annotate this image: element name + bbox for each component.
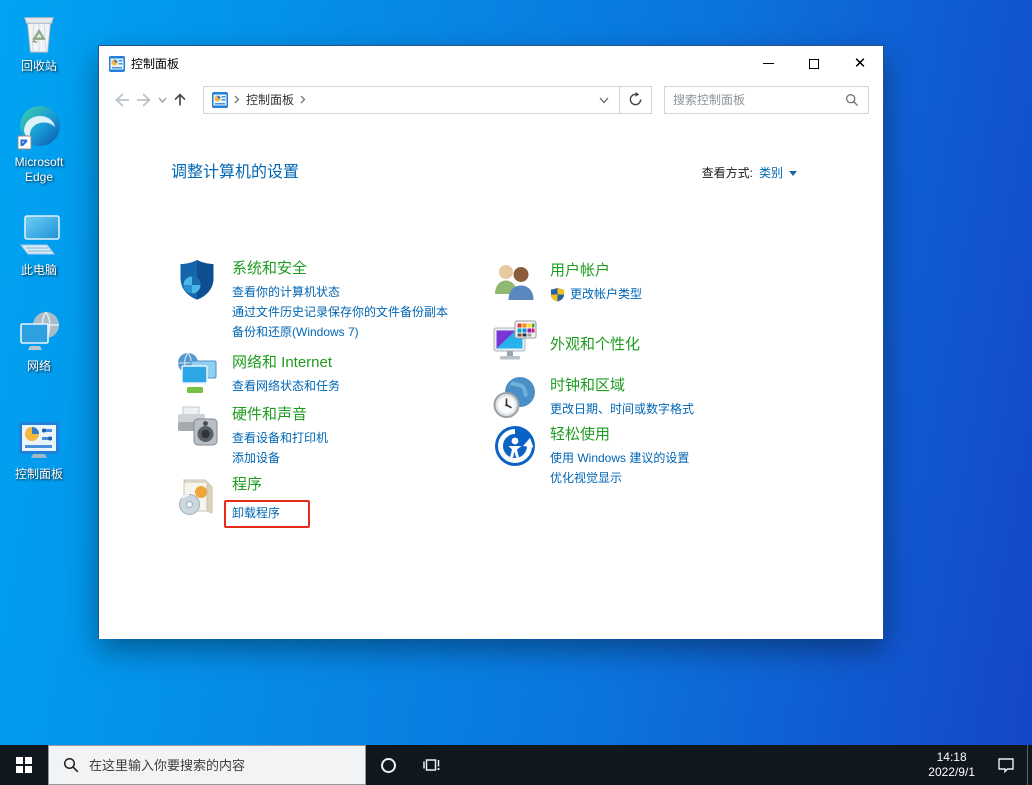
- chevron-right-icon: [234, 95, 240, 104]
- view-by: 查看方式: 类别: [702, 164, 797, 181]
- category-network-internet: 网络和 Internet 查看网络状态和任务: [175, 352, 340, 396]
- up-button[interactable]: [169, 87, 191, 113]
- category-title[interactable]: 用户帐户: [550, 260, 642, 281]
- action-center-button[interactable]: [985, 745, 1027, 785]
- desktop-icon-this-pc[interactable]: 此电脑: [1, 212, 77, 278]
- task-link[interactable]: 优化视觉显示: [550, 468, 689, 488]
- view-by-label: 查看方式:: [702, 164, 753, 181]
- taskbar-search-input[interactable]: [89, 758, 365, 773]
- network-places-icon: [15, 308, 63, 356]
- category-clock-region: 时钟和区域 更改日期、时间或数字格式: [493, 375, 694, 419]
- cortana-icon: [381, 758, 396, 773]
- category-appearance-personalization: 外观和个性化: [493, 318, 640, 364]
- category-system-security: 系统和安全 查看你的计算机状态 通过文件历史记录保存你的文件备份副本 备份和还原…: [175, 258, 448, 342]
- address-dropdown-chevron-icon[interactable]: [589, 91, 619, 109]
- minimize-button[interactable]: [745, 46, 791, 81]
- page-title: 调整计算机的设置: [171, 158, 299, 182]
- recycle-bin-icon: [15, 8, 63, 56]
- address-bar[interactable]: 控制面板: [203, 86, 652, 114]
- control-panel-window: 控制面板 ✕: [98, 45, 884, 638]
- close-button[interactable]: ✕: [837, 46, 883, 81]
- system-security-icon[interactable]: [175, 258, 219, 302]
- task-view-button[interactable]: [410, 745, 454, 785]
- task-link[interactable]: 查看你的计算机状态: [232, 282, 448, 302]
- clock-time: 14:18: [937, 750, 967, 765]
- breadcrumb[interactable]: 控制面板: [204, 91, 589, 108]
- category-title[interactable]: 外观和个性化: [550, 334, 640, 355]
- forward-button[interactable]: [133, 87, 155, 113]
- chevron-down-icon[interactable]: [789, 171, 797, 176]
- windows-logo-icon: [16, 757, 32, 773]
- desktop-icon-label: 网络: [27, 359, 51, 374]
- taskbar-clock[interactable]: 14:18 2022/9/1: [918, 745, 985, 785]
- this-pc-icon: [15, 212, 63, 260]
- window-title-icon: [109, 56, 125, 72]
- category-title[interactable]: 时钟和区域: [550, 375, 694, 396]
- uac-shield-icon: [550, 287, 565, 302]
- taskbar: 14:18 2022/9/1: [0, 745, 1032, 785]
- desktop-icon-edge[interactable]: Microsoft Edge: [1, 104, 77, 185]
- window-titlebar: 控制面板 ✕: [99, 46, 883, 81]
- refresh-button[interactable]: [619, 87, 651, 113]
- action-center-icon: [996, 755, 1016, 775]
- desktop-icon-label: 回收站: [21, 59, 57, 74]
- desktop-icon-control-panel[interactable]: 控制面板: [1, 416, 77, 482]
- task-link[interactable]: 备份和还原(Windows 7): [232, 322, 448, 342]
- user-accounts-icon[interactable]: [493, 260, 537, 304]
- control-panel-home: 调整计算机的设置 查看方式: 类别 系统和安: [99, 118, 883, 639]
- appearance-icon[interactable]: [493, 320, 537, 364]
- task-link[interactable]: 使用 Windows 建议的设置: [550, 448, 689, 468]
- hardware-sound-icon[interactable]: [175, 404, 219, 448]
- category-title[interactable]: 网络和 Internet: [232, 352, 340, 373]
- category-title[interactable]: 程序: [232, 474, 310, 495]
- search-icon[interactable]: [836, 93, 868, 107]
- desktop-icon-label: 控制面板: [15, 467, 63, 482]
- task-link[interactable]: 查看设备和打印机: [232, 428, 328, 448]
- desktop-icon-label: 此电脑: [21, 263, 57, 278]
- window-title: 控制面板: [131, 55, 179, 72]
- task-link[interactable]: 通过文件历史记录保存你的文件备份副本: [232, 302, 448, 322]
- breadcrumb-control-panel-icon: [212, 92, 228, 108]
- task-view-icon: [422, 755, 442, 775]
- category-title[interactable]: 轻松使用: [550, 424, 689, 445]
- navigation-bar: 控制面板: [99, 81, 883, 118]
- start-button[interactable]: [0, 745, 48, 785]
- desktop: 回收站 Microsoft Edge: [0, 0, 1032, 745]
- task-link[interactable]: 更改日期、时间或数字格式: [550, 399, 694, 419]
- back-button[interactable]: [111, 87, 133, 113]
- category-programs: 程序 卸载程序: [175, 474, 310, 528]
- category-hardware-sound: 硬件和声音 查看设备和打印机 添加设备: [175, 404, 328, 468]
- network-internet-icon[interactable]: [175, 352, 219, 396]
- programs-icon[interactable]: [175, 474, 219, 518]
- chevron-right-icon[interactable]: [300, 95, 306, 104]
- change-account-type-link[interactable]: 更改帐户类型: [550, 284, 642, 304]
- category-title[interactable]: 系统和安全: [232, 258, 448, 279]
- category-user-accounts: 用户帐户 更改帐户类型: [493, 260, 642, 304]
- control-panel-search[interactable]: [664, 86, 869, 114]
- search-input[interactable]: [665, 93, 836, 107]
- uninstall-program-link[interactable]: 卸载程序: [232, 506, 280, 521]
- control-panel-icon: [15, 416, 63, 464]
- recent-pages-chevron-icon[interactable]: [155, 87, 169, 113]
- task-link[interactable]: 查看网络状态和任务: [232, 376, 340, 396]
- breadcrumb-item-control-panel[interactable]: 控制面板: [246, 91, 294, 108]
- search-icon: [49, 757, 89, 773]
- desktop-icon-network[interactable]: 网络: [1, 308, 77, 374]
- desktop-icon-label: Microsoft Edge: [2, 155, 76, 185]
- category-ease-of-access: 轻松使用 使用 Windows 建议的设置 优化视觉显示: [493, 424, 689, 488]
- clock-region-icon[interactable]: [493, 375, 537, 419]
- taskbar-search[interactable]: [48, 745, 366, 785]
- category-title[interactable]: 硬件和声音: [232, 404, 328, 425]
- maximize-button[interactable]: [791, 46, 837, 81]
- ease-of-access-icon[interactable]: [493, 424, 537, 468]
- cortana-button[interactable]: [366, 745, 410, 785]
- view-by-value[interactable]: 类别: [759, 164, 783, 181]
- show-desktop-button[interactable]: [1027, 745, 1032, 785]
- desktop-icon-recycle-bin[interactable]: 回收站: [1, 8, 77, 74]
- red-highlight-annotation: 卸载程序: [224, 500, 310, 528]
- clock-date: 2022/9/1: [928, 765, 975, 780]
- task-link[interactable]: 添加设备: [232, 448, 328, 468]
- edge-icon: [15, 104, 63, 152]
